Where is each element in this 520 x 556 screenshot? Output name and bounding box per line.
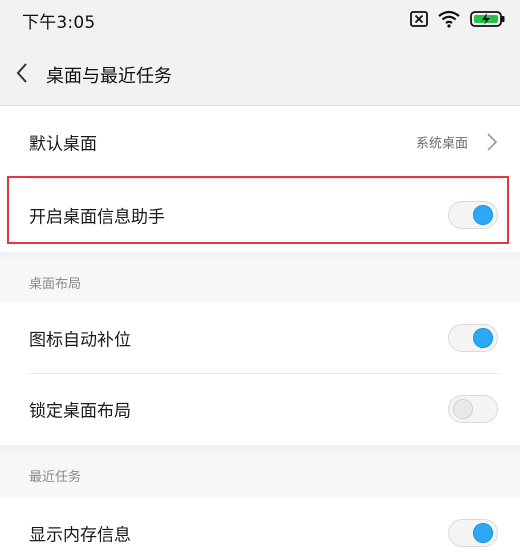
chevron-left-icon — [16, 63, 27, 83]
auto-fill-icons-toggle[interactable] — [448, 324, 498, 352]
lock-layout-toggle[interactable] — [448, 395, 498, 423]
settings-group-general: 默认桌面 系统桌面 开启桌面信息助手 — [0, 106, 520, 252]
show-memory-label: 显示内存信息 — [29, 525, 131, 546]
sim-card-disabled-icon — [410, 11, 428, 27]
toggle-knob — [473, 205, 493, 225]
section-title-layout: 桌面布局 — [29, 277, 82, 292]
chevron-right-icon — [487, 133, 498, 151]
toggle-knob — [473, 523, 493, 543]
wifi-icon — [438, 10, 460, 28]
toggle-knob — [473, 328, 493, 348]
default-launcher-row[interactable]: 默认桌面 系统桌面 — [0, 106, 520, 178]
auto-fill-icons-row[interactable]: 图标自动补位 — [0, 302, 520, 374]
default-launcher-value: 系统桌面 — [415, 136, 468, 152]
launcher-assistant-row[interactable]: 开启桌面信息助手 — [0, 179, 520, 251]
launcher-assistant-label: 开启桌面信息助手 — [29, 207, 165, 228]
status-bar: 下午3:05 — [0, 0, 520, 40]
status-icons — [410, 9, 506, 29]
settings-group-recents: 显示内存信息 — [0, 497, 520, 556]
section-header-recents: 最近任务 — [0, 451, 520, 497]
app-header: 桌面与最近任务 — [0, 40, 520, 106]
battery-charging-icon — [470, 10, 506, 28]
status-time: 下午3:05 — [22, 13, 96, 33]
show-memory-row[interactable]: 显示内存信息 — [0, 497, 520, 556]
show-memory-toggle[interactable] — [448, 519, 498, 547]
default-launcher-label: 默认桌面 — [29, 134, 97, 155]
toggle-knob — [453, 399, 473, 419]
launcher-assistant-toggle[interactable] — [448, 201, 498, 229]
page-title: 桌面与最近任务 — [46, 66, 172, 87]
lock-layout-row[interactable]: 锁定桌面布局 — [0, 373, 520, 445]
auto-fill-icons-label: 图标自动补位 — [29, 330, 131, 351]
lock-layout-label: 锁定桌面布局 — [29, 401, 131, 422]
settings-group-layout: 图标自动补位 锁定桌面布局 — [0, 302, 520, 445]
back-button[interactable] — [6, 56, 38, 90]
section-header-layout: 桌面布局 — [0, 258, 520, 304]
section-title-recents: 最近任务 — [29, 470, 82, 485]
